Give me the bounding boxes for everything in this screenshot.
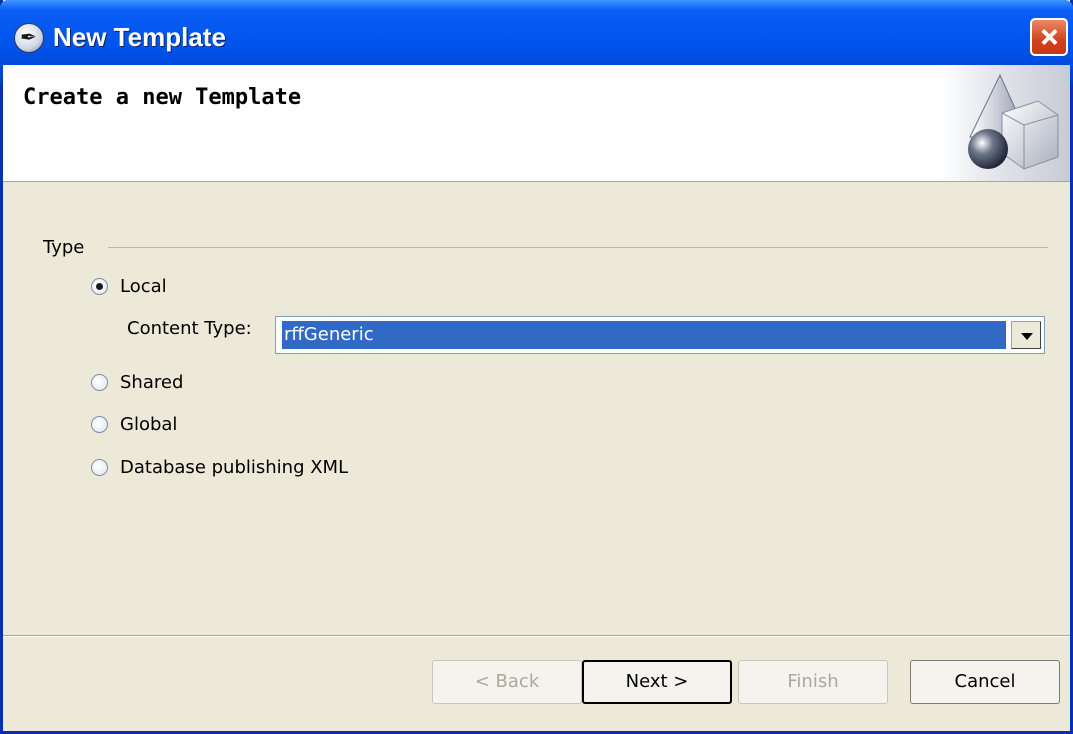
wizard-banner: Create a new Template <box>3 65 1070 182</box>
cancel-button[interactable]: Cancel <box>910 660 1060 704</box>
footer-divider <box>3 635 1070 637</box>
finish-button[interactable]: Finish <box>738 660 888 704</box>
radio-global[interactable]: Global <box>91 414 177 435</box>
page-heading: Create a new Template <box>23 85 302 110</box>
radio-shared[interactable]: Shared <box>91 372 183 393</box>
radio-label: Shared <box>120 372 184 393</box>
radio-button[interactable] <box>91 416 108 433</box>
dialog-window: New Template Create a new Template <box>0 0 1073 734</box>
radio-label: Local <box>120 276 167 297</box>
content-type-select[interactable]: rffGeneric <box>275 316 1045 354</box>
radio-database-publishing-xml[interactable]: Database publishing XML <box>91 457 348 478</box>
radio-label: Database publishing XML <box>120 457 349 478</box>
window-title: New Template <box>53 22 226 52</box>
radio-local[interactable]: Local <box>91 276 167 297</box>
content-type-label: Content Type: <box>127 318 252 339</box>
chevron-down-icon[interactable] <box>1011 321 1041 349</box>
radio-button-checked[interactable] <box>91 278 108 295</box>
content-type-value: rffGeneric <box>282 321 1006 349</box>
radio-button[interactable] <box>91 374 108 391</box>
radio-button[interactable] <box>91 459 108 476</box>
group-divider <box>108 247 1048 248</box>
next-button[interactable]: Next > <box>582 660 732 704</box>
close-button[interactable] <box>1030 18 1068 56</box>
radio-label: Global <box>120 414 178 435</box>
3d-shapes-icon <box>940 65 1070 181</box>
back-button[interactable]: < Back <box>432 660 582 704</box>
app-icon <box>14 23 44 53</box>
type-group-label: Type <box>43 237 85 258</box>
